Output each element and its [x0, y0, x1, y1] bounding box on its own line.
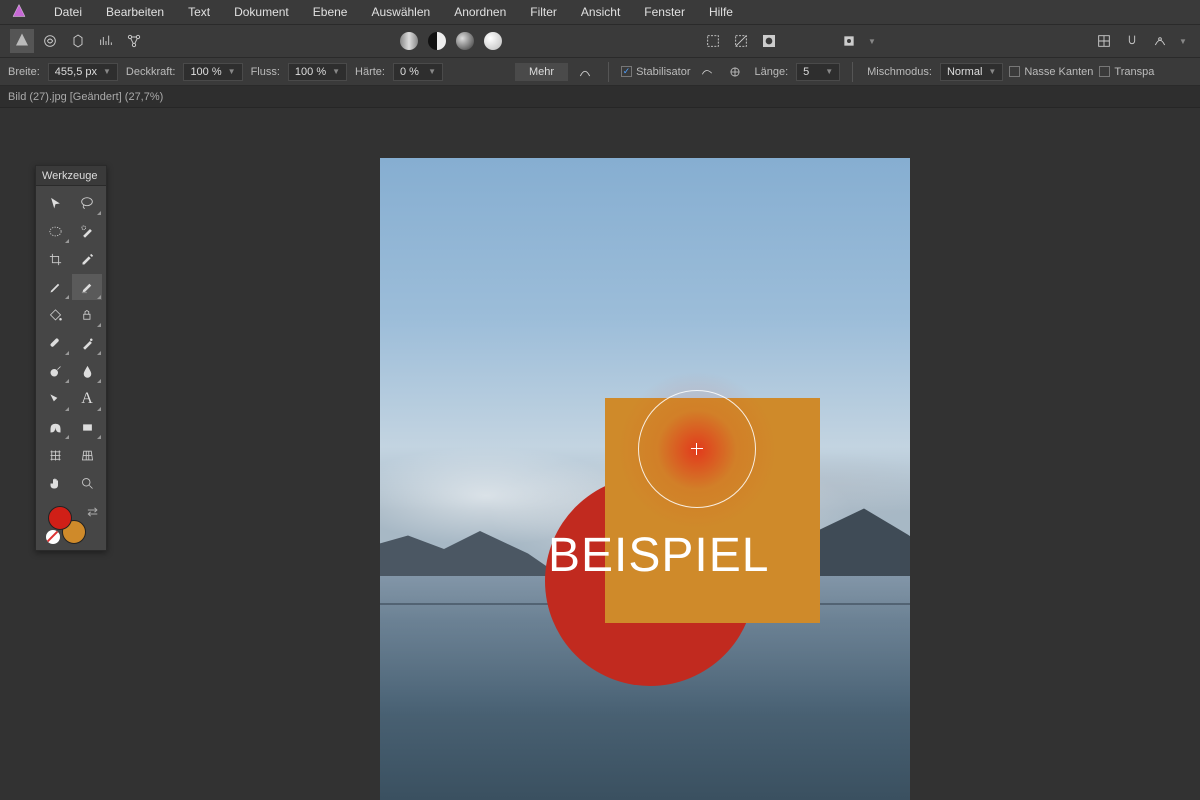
length-field[interactable]: 5▼	[796, 63, 840, 81]
assistant-icon[interactable]	[1148, 29, 1172, 53]
flow-field[interactable]: 100 %▼	[288, 63, 347, 81]
blendmode-field[interactable]: Normal▼	[940, 63, 1003, 81]
rectangle-tool-icon[interactable]	[72, 414, 102, 440]
menu-ansicht[interactable]: Ansicht	[571, 1, 630, 23]
clone-tool-icon[interactable]	[72, 302, 102, 328]
menu-bearbeiten[interactable]: Bearbeiten	[96, 1, 174, 23]
persona-tone-icon[interactable]	[94, 29, 118, 53]
perspective-tool-icon[interactable]	[72, 442, 102, 468]
lasso-tool-icon[interactable]	[72, 190, 102, 216]
canvas-sample-text: BEISPIEL	[548, 528, 769, 583]
grad-4-icon[interactable]	[481, 29, 505, 53]
no-color-icon[interactable]	[46, 530, 60, 544]
opacity-field[interactable]: 100 %▼	[183, 63, 242, 81]
crop-tool-icon[interactable]	[40, 246, 70, 272]
swap-colors-icon[interactable]: ⇄	[87, 504, 98, 520]
menu-ebene[interactable]: Ebene	[303, 1, 358, 23]
app-logo-icon	[8, 1, 30, 23]
more-button[interactable]: Mehr	[515, 63, 568, 81]
flow-label: Fluss:	[249, 66, 282, 78]
menu-fenster[interactable]: Fenster	[634, 1, 695, 23]
move-tool-icon[interactable]	[40, 190, 70, 216]
shape-tool-icon[interactable]	[40, 414, 70, 440]
grid-toggle-icon[interactable]	[1092, 29, 1116, 53]
grad-3-icon[interactable]	[453, 29, 477, 53]
main-toolbar: ▼ ▼	[0, 24, 1200, 58]
menu-anordnen[interactable]: Anordnen	[444, 1, 516, 23]
length-label: Länge:	[752, 66, 790, 78]
selection-brush-tool-icon[interactable]	[72, 218, 102, 244]
width-label: Breite:	[6, 66, 42, 78]
wet-edges-checkbox[interactable]: Nasse Kanten	[1009, 66, 1093, 78]
blur-tool-icon[interactable]	[72, 358, 102, 384]
text-tool-icon[interactable]: A	[72, 386, 102, 412]
hardness-field[interactable]: 0 %▼	[393, 63, 443, 81]
grad-2-icon[interactable]	[425, 29, 449, 53]
opacity-label: Deckkraft:	[124, 66, 178, 78]
menu-hilfe[interactable]: Hilfe	[699, 1, 743, 23]
transparent-checkbox[interactable]: Transpa	[1099, 66, 1154, 78]
hardness-label: Härte:	[353, 66, 387, 78]
window-mode-icon[interactable]	[724, 62, 746, 82]
pressure-toggle-icon[interactable]	[574, 62, 596, 82]
document-tab-strip: Bild (27).jpg [Geändert] (27,7%)	[0, 86, 1200, 108]
context-toolbar: Breite: 455,5 px▼ Deckkraft: 100 %▼ Flus…	[0, 58, 1200, 86]
blendmode-label: Mischmodus:	[865, 66, 934, 78]
tools-panel-title: Werkzeuge	[36, 166, 106, 186]
pan-tool-icon[interactable]	[40, 470, 70, 496]
gradient-presets	[397, 29, 505, 53]
foreground-swatch[interactable]	[48, 506, 72, 530]
mesh-warp-tool-icon[interactable]	[40, 442, 70, 468]
menu-auswaehlen[interactable]: Auswählen	[361, 1, 440, 23]
grad-1-icon[interactable]	[397, 29, 421, 53]
color-swatches[interactable]: ⇄	[36, 500, 106, 550]
menu-filter[interactable]: Filter	[520, 1, 567, 23]
canvas[interactable]: BEISPIEL	[380, 158, 910, 800]
arrange-dropdown-icon[interactable]: ▼	[865, 29, 879, 53]
persona-export-icon[interactable]	[122, 29, 146, 53]
snap-toggle-icon[interactable]	[1120, 29, 1144, 53]
width-field[interactable]: 455,5 px▼	[48, 63, 118, 81]
menu-datei[interactable]: Datei	[44, 1, 92, 23]
menu-text[interactable]: Text	[178, 1, 220, 23]
dodge-tool-icon[interactable]	[40, 358, 70, 384]
pen-tool-icon[interactable]	[40, 386, 70, 412]
overlay-brush-tool-icon[interactable]	[72, 330, 102, 356]
zoom-tool-icon[interactable]	[72, 470, 102, 496]
paint-brush-tool-icon[interactable]	[40, 274, 70, 300]
arrange-target-icon[interactable]	[837, 29, 861, 53]
selection-diagonal-icon[interactable]	[729, 29, 753, 53]
marquee-tool-icon[interactable]	[40, 218, 70, 244]
erase-brush-tool-icon[interactable]	[72, 274, 102, 300]
quick-mask-icon[interactable]	[757, 29, 781, 53]
persona-liquify-icon[interactable]	[38, 29, 62, 53]
canvas-orange-rect	[605, 398, 820, 623]
menu-dokument[interactable]: Dokument	[224, 1, 299, 23]
selection-marquee-icon[interactable]	[701, 29, 725, 53]
healing-tool-icon[interactable]	[40, 330, 70, 356]
persona-develop-icon[interactable]	[66, 29, 90, 53]
assistant-dropdown-icon[interactable]: ▼	[1176, 29, 1190, 53]
document-tab[interactable]: Bild (27).jpg [Geändert] (27,7%)	[8, 91, 163, 103]
persona-photo-icon[interactable]	[10, 29, 34, 53]
eyedropper-tool-icon[interactable]	[72, 246, 102, 272]
menu-bar: Datei Bearbeiten Text Dokument Ebene Aus…	[0, 0, 1200, 24]
rope-mode-icon[interactable]	[696, 62, 718, 82]
fill-tool-icon[interactable]	[40, 302, 70, 328]
tools-panel[interactable]: Werkzeuge A ⇄	[35, 165, 107, 551]
stabiliser-checkbox[interactable]: ✓Stabilisator	[621, 66, 690, 78]
